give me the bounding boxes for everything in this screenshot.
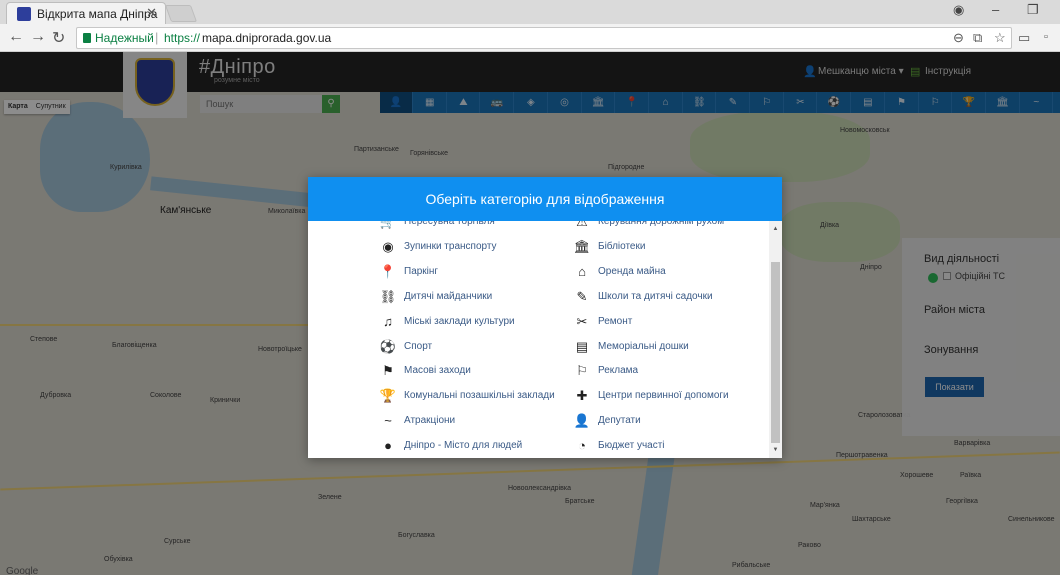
category-icon: 🛒 <box>379 221 397 229</box>
translate-icon[interactable]: ⧉ <box>973 30 982 46</box>
category-icon: ◉ <box>382 238 394 254</box>
close-icon[interactable]: ✕ <box>146 5 157 21</box>
address-toolbar: ← → ↻ Надежный | https:// mapa.dniprorad… <box>0 24 1060 52</box>
url-domain: mapa.dniprorada.gov.ua <box>202 31 332 45</box>
category-label: Паркінг <box>404 265 439 277</box>
category-label: Ремонт <box>598 315 633 327</box>
category-label: Масові заходи <box>404 365 471 377</box>
category-label: Спорт <box>404 340 433 352</box>
modal-scrollbar[interactable]: ▲ ▼ <box>769 221 782 458</box>
secure-label: Надежный <box>95 31 154 45</box>
modal-title: Оберіть категорію для відображення <box>308 177 782 221</box>
category-label: Бібліотеки <box>598 240 646 252</box>
scroll-down-icon[interactable]: ▼ <box>769 444 782 456</box>
url-field[interactable]: Надежный | https:// mapa.dniprorada.gov.… <box>76 27 1012 49</box>
zoom-icon[interactable]: ⊖ <box>953 30 964 46</box>
category-label: Реклама <box>598 365 639 377</box>
browser-tab[interactable]: Відкрита мапа Дніпра ✕ <box>6 2 166 24</box>
url-protocol: https:// <box>164 31 201 45</box>
back-icon[interactable]: ← <box>8 28 24 46</box>
category-label: Атракціони <box>404 415 456 427</box>
category-icon: ⚽ <box>379 338 397 354</box>
scroll-thumb[interactable] <box>771 262 780 443</box>
profile-icon[interactable]: ◉ <box>953 2 964 18</box>
reload-icon[interactable]: ↻ <box>52 28 65 48</box>
category-icon: ▤ <box>575 338 589 354</box>
category-label: Комунальні позашкільні заклади <box>404 390 555 402</box>
category-label: Школи та дитячі садочки <box>598 290 713 302</box>
category-icon: ✚ <box>576 388 588 404</box>
category-label: Бюджет участі <box>598 440 665 452</box>
bookmark-star-icon[interactable]: ☆ <box>994 30 1006 46</box>
category-label: Керування дорожнім рухом <box>598 221 725 227</box>
category-label: Зупинки транспорту <box>404 240 497 252</box>
category-icon: ⚐ <box>576 363 588 379</box>
city-favicon-icon <box>17 7 31 21</box>
category-icon: ⌂ <box>578 263 586 279</box>
minimize-icon[interactable]: – <box>992 2 999 17</box>
category-label: Центри первинної допомоги <box>598 390 729 402</box>
category-icon: ⛓ <box>379 288 397 304</box>
new-tab-button[interactable] <box>164 5 198 22</box>
category-icon: ~ <box>384 413 392 429</box>
category-label: Меморіальні дошки <box>598 340 689 352</box>
cast-icon[interactable]: ▭ <box>1018 30 1030 46</box>
url-separator: | <box>155 30 159 45</box>
forward-icon[interactable]: → <box>30 28 46 46</box>
category-label: Дитячі майданчики <box>404 290 493 302</box>
category-label: Депутати <box>598 415 641 427</box>
category-icon: ⚠ <box>576 221 588 229</box>
restore-icon[interactable]: ❐ <box>1027 2 1039 18</box>
category-icon: ✂ <box>576 313 588 329</box>
category-icon: 🏛 <box>573 238 591 254</box>
category-icon: ♫ <box>383 313 393 329</box>
category-label: Пересувна торгівля <box>404 221 495 227</box>
category-label: Дніпро - Місто для людей <box>404 440 523 452</box>
category-icon: 🏆 <box>379 388 397 404</box>
category-icon: 📍 <box>379 263 397 279</box>
category-icon: ✎ <box>576 288 588 304</box>
lock-icon <box>83 33 91 43</box>
category-list: 🛒 Пересувна торгівля ◉ Зупинки транспорту 📍 П… <box>308 221 769 458</box>
category-label: Оренда майна <box>598 265 666 277</box>
tab-title: Відкрита мапа Дніпра <box>37 7 158 21</box>
scroll-up-icon[interactable]: ▲ <box>769 223 782 235</box>
category-icon: ● <box>384 438 392 454</box>
category-modal: Оберіть категорію для відображення 🛒 Пере… <box>308 177 782 458</box>
category-icon: 👤 <box>573 413 591 429</box>
browser-tab-bar: Відкрита мапа Дніпра ✕ ◉ – ❐ <box>0 0 1060 24</box>
category-icon: ◔ <box>578 438 586 454</box>
category-icon: ⚑ <box>382 363 394 379</box>
category-label: Міські заклади культури <box>404 315 515 327</box>
extension-icon[interactable]: ▫ <box>1044 31 1048 43</box>
